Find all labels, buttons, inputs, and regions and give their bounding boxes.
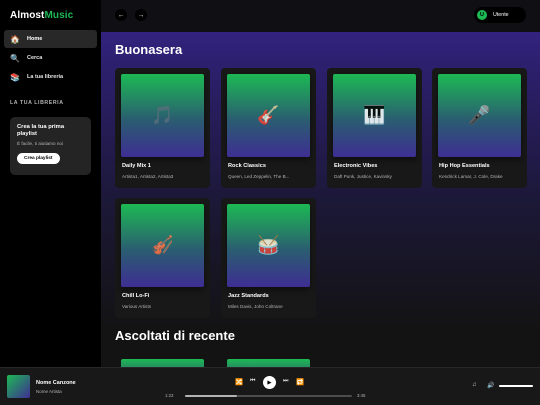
greeting-title: Buonasera bbox=[115, 42, 183, 57]
playlist-subtitle: Various Artists bbox=[122, 304, 152, 309]
sidebar-item-label: La tua libreria bbox=[27, 74, 64, 80]
playlist-card[interactable]: 🥁 Jazz Standards Miles Davis, John Coltr… bbox=[221, 198, 316, 318]
music-note-icon: 🎵 bbox=[151, 105, 174, 125]
repeat-icon: 🔁 bbox=[296, 378, 305, 386]
now-playing-title[interactable]: Nome Canzone bbox=[36, 380, 76, 386]
volume-slider[interactable] bbox=[499, 385, 533, 387]
user-menu-button[interactable]: U Utente bbox=[474, 7, 526, 23]
progress-fill bbox=[185, 394, 237, 397]
app-logo[interactable]: AlmostMusic bbox=[10, 10, 73, 21]
sidebar-item-label: Cerca bbox=[27, 55, 43, 61]
previous-button[interactable]: ⏮ bbox=[250, 376, 255, 387]
library-icon: 📚 bbox=[10, 72, 20, 82]
sidebar-item-home[interactable]: 🏠 Home bbox=[4, 30, 97, 48]
logo-accent-text: Music bbox=[44, 10, 74, 21]
playlist-card[interactable]: 🎤 Hip Hop Essentials Kendrick Lamar, J. … bbox=[432, 68, 527, 188]
player-bar: Nome Canzone Nome Artista 🔀 ⏮ ▶ ⏭ 🔁 1:23… bbox=[0, 367, 540, 405]
microphone-icon: 🎤 bbox=[468, 105, 491, 125]
back-button[interactable]: ← bbox=[115, 9, 127, 21]
playlist-cover: 🎻 bbox=[121, 204, 204, 287]
top-bar: ← → U Utente bbox=[101, 0, 540, 32]
playlist-cover: 🎹 bbox=[333, 74, 416, 157]
library-heading: LA TUA LIBRERIA bbox=[10, 100, 64, 106]
now-playing-cover[interactable] bbox=[7, 375, 30, 398]
user-name: Utente bbox=[493, 12, 509, 18]
playlist-card[interactable]: 🎹 Electronic Vibes Daft Punk, Justice, K… bbox=[327, 68, 422, 188]
recent-card-cover[interactable] bbox=[121, 359, 204, 367]
create-playlist-button[interactable]: Crea playlist bbox=[17, 153, 60, 164]
skip-next-icon: ⏭ bbox=[283, 378, 289, 384]
playlist-subtitle: Queen, Led Zeppelin, The B... bbox=[228, 174, 290, 179]
lyrics-button[interactable]: ♫ bbox=[472, 382, 477, 388]
sidebar-item-label: Home bbox=[27, 36, 43, 42]
avatar: U bbox=[477, 10, 487, 20]
playlist-card[interactable]: 🎵 Daily Mix 1 Artista1, Artista2, Artist… bbox=[115, 68, 210, 188]
repeat-button[interactable]: 🔁 bbox=[296, 376, 304, 387]
sidebar-item-search[interactable]: 🔍 Cerca bbox=[4, 49, 97, 67]
playlist-title: Hip Hop Essentials bbox=[439, 163, 490, 169]
home-icon: 🏠 bbox=[10, 34, 20, 44]
shuffle-icon: 🔀 bbox=[235, 378, 244, 386]
sidebar-nav: 🏠 Home 🔍 Cerca 📚 La tua libreria bbox=[4, 30, 97, 87]
create-playlist-card: Crea la tua prima playlist È facile, ti … bbox=[10, 117, 91, 175]
arrow-right-icon: → bbox=[137, 11, 145, 19]
playlist-title: Electronic Vibes bbox=[334, 163, 378, 169]
logo-text: Almost bbox=[10, 10, 45, 21]
skip-previous-icon: ⏮ bbox=[250, 378, 256, 384]
create-playlist-title: Crea la tua prima playlist bbox=[17, 124, 65, 137]
piano-icon: 🎹 bbox=[363, 105, 386, 125]
playlist-card[interactable]: 🎸 Rock Classics Queen, Led Zeppelin, The… bbox=[221, 68, 316, 188]
violin-icon: 🎻 bbox=[151, 235, 174, 255]
guitar-icon: 🎸 bbox=[257, 105, 280, 125]
playlist-subtitle: Artista1, Artista2, Artista3 bbox=[122, 174, 174, 179]
volume-icon: 🔊 bbox=[487, 383, 495, 389]
shuffle-button[interactable]: 🔀 bbox=[235, 376, 243, 387]
playlist-cover: 🎤 bbox=[438, 74, 521, 157]
search-icon: 🔍 bbox=[10, 53, 20, 63]
forward-button[interactable]: → bbox=[135, 9, 147, 21]
drum-icon: 🥁 bbox=[257, 235, 280, 255]
music-note-icon: ♫ bbox=[472, 382, 477, 388]
recent-card-cover[interactable] bbox=[227, 359, 310, 367]
main-content[interactable]: ← → U Utente Buonasera 🎵 Daily Mix 1 Art… bbox=[101, 0, 540, 367]
time-total: 3:45 bbox=[357, 393, 366, 398]
time-current: 1:23 bbox=[165, 393, 174, 398]
sidebar-item-library[interactable]: 📚 La tua libreria bbox=[4, 68, 97, 86]
playlist-subtitle: Kendrick Lamar, J. Cole, Drake bbox=[439, 174, 503, 179]
sidebar: AlmostMusic 🏠 Home 🔍 Cerca 📚 La tua libr… bbox=[0, 0, 101, 367]
now-playing-artist[interactable]: Nome Artista bbox=[36, 389, 62, 394]
playlist-title: Jazz Standards bbox=[228, 293, 269, 299]
playlist-card[interactable]: 🎻 Chill Lo-Fi Various Artists bbox=[115, 198, 210, 318]
playlist-title: Chill Lo-Fi bbox=[122, 293, 150, 299]
playlist-subtitle: Daft Punk, Justice, Kavinsky bbox=[334, 174, 392, 179]
next-button[interactable]: ⏭ bbox=[283, 376, 288, 387]
playlist-title: Daily Mix 1 bbox=[122, 163, 151, 169]
playlist-cover: 🎵 bbox=[121, 74, 204, 157]
arrow-left-icon: ← bbox=[117, 11, 125, 19]
play-button[interactable]: ▶ bbox=[263, 376, 276, 389]
play-icon: ▶ bbox=[267, 379, 272, 386]
playlist-title: Rock Classics bbox=[228, 163, 266, 169]
recent-section-title: Ascoltati di recente bbox=[115, 328, 235, 343]
volume-fill bbox=[499, 385, 533, 387]
playlist-cover: 🥁 bbox=[227, 204, 310, 287]
playlist-cover: 🎸 bbox=[227, 74, 310, 157]
playlist-subtitle: Miles Davis, John Coltrane bbox=[228, 304, 283, 309]
create-playlist-subtitle: È facile, ti aiutiamo noi bbox=[17, 141, 63, 146]
volume-button[interactable]: 🔊 bbox=[487, 382, 494, 389]
progress-bar[interactable] bbox=[185, 394, 352, 397]
